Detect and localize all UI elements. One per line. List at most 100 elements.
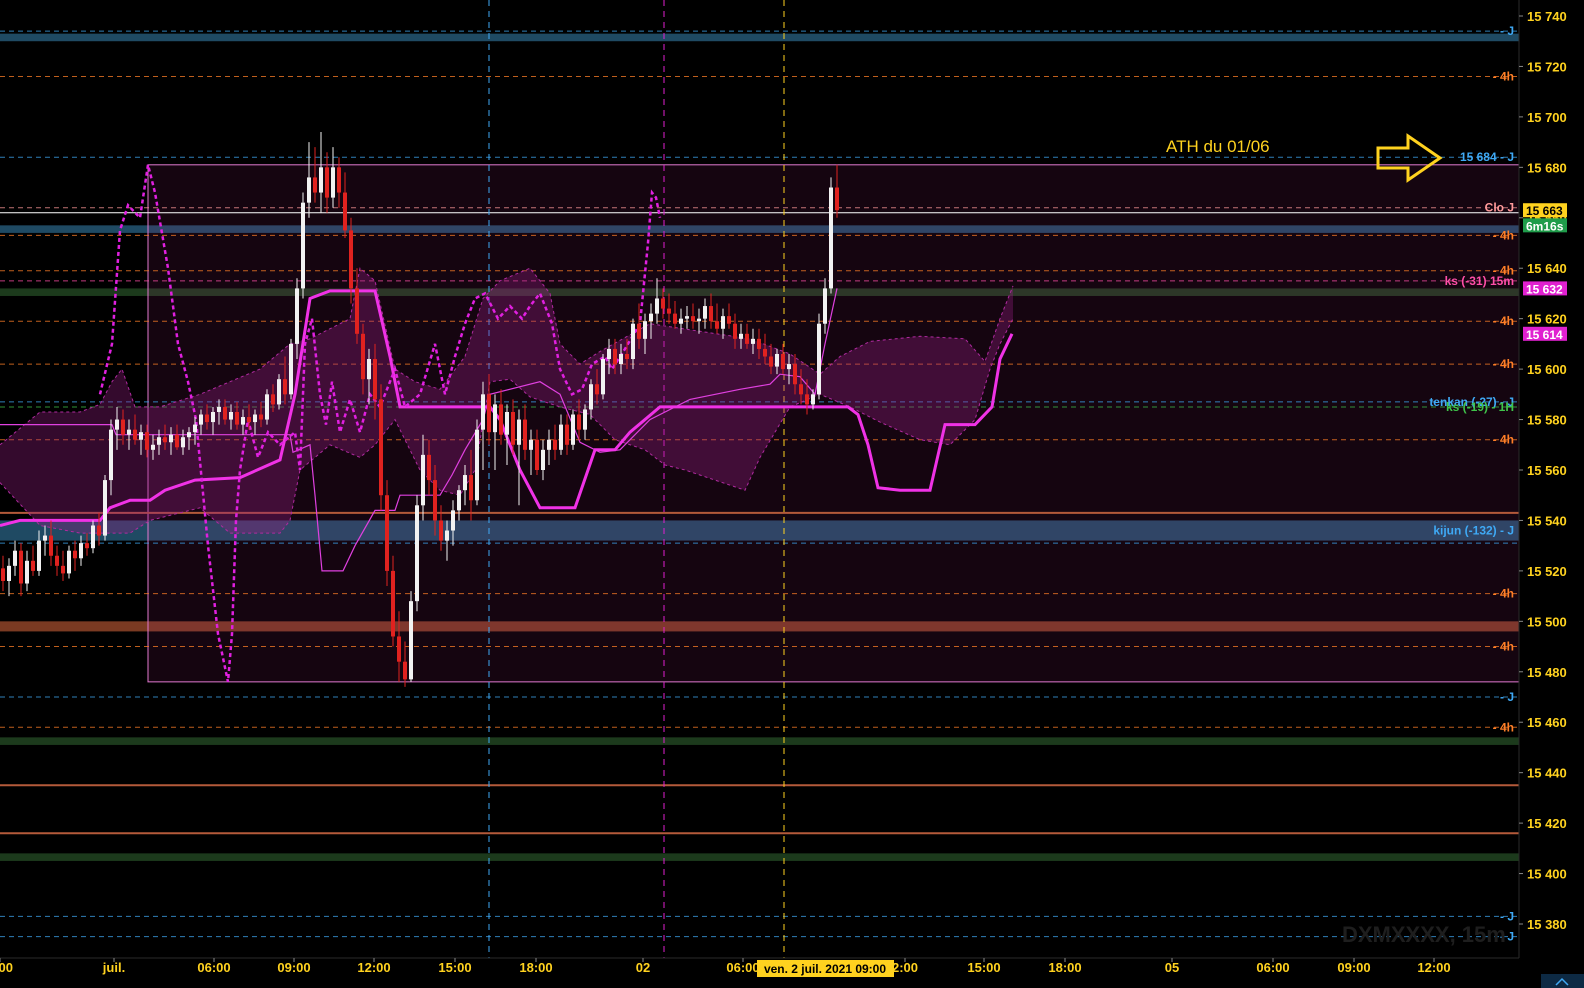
- candle-body[interactable]: [445, 530, 449, 541]
- candle-body[interactable]: [643, 321, 647, 339]
- candle-body[interactable]: [115, 419, 119, 430]
- candle-body[interactable]: [79, 543, 83, 559]
- candle-body[interactable]: [517, 419, 521, 445]
- candle-body[interactable]: [367, 359, 371, 380]
- candle-body[interactable]: [745, 333, 749, 344]
- candle-body[interactable]: [355, 288, 359, 334]
- candle-body[interactable]: [775, 353, 779, 367]
- candle-body[interactable]: [637, 323, 641, 339]
- candle-body[interactable]: [613, 348, 617, 365]
- candle-body[interactable]: [607, 348, 611, 360]
- candle-body[interactable]: [631, 323, 635, 360]
- candle-body[interactable]: [721, 316, 725, 329]
- candle-body[interactable]: [271, 394, 275, 405]
- candle-body[interactable]: [739, 333, 743, 339]
- candle-body[interactable]: [55, 555, 59, 566]
- candle-body[interactable]: [829, 187, 833, 289]
- candle-body[interactable]: [709, 306, 713, 322]
- candle-body[interactable]: [379, 399, 383, 496]
- candle-body[interactable]: [175, 434, 179, 448]
- candle-body[interactable]: [733, 323, 737, 339]
- candle-body[interactable]: [169, 434, 173, 443]
- candle-body[interactable]: [361, 333, 365, 380]
- candle-body[interactable]: [133, 429, 137, 440]
- candle-body[interactable]: [799, 384, 803, 395]
- candle-body[interactable]: [235, 411, 239, 425]
- candle-body[interactable]: [793, 364, 797, 385]
- candle-body[interactable]: [823, 288, 827, 324]
- scroll-corner-button[interactable]: [1541, 974, 1584, 988]
- candle-body[interactable]: [145, 432, 149, 450]
- candle-body[interactable]: [757, 338, 761, 349]
- candle-body[interactable]: [403, 661, 407, 680]
- candle-body[interactable]: [313, 177, 317, 193]
- candle-body[interactable]: [601, 359, 605, 395]
- candle-body[interactable]: [187, 432, 191, 438]
- candle-body[interactable]: [211, 411, 215, 423]
- candle-body[interactable]: [481, 394, 485, 430]
- candle-body[interactable]: [409, 601, 413, 680]
- candle-body[interactable]: [97, 525, 101, 536]
- candle-body[interactable]: [433, 480, 437, 521]
- candle-body[interactable]: [325, 167, 329, 198]
- candle-body[interactable]: [229, 411, 233, 420]
- candle-body[interactable]: [319, 167, 323, 193]
- candle-body[interactable]: [385, 495, 389, 571]
- candle-body[interactable]: [667, 308, 671, 314]
- candle-body[interactable]: [835, 187, 839, 211]
- candle-body[interactable]: [67, 550, 71, 574]
- candle-body[interactable]: [415, 505, 419, 602]
- candle-body[interactable]: [241, 417, 245, 425]
- candle-body[interactable]: [49, 535, 53, 556]
- candle-body[interactable]: [547, 439, 551, 450]
- candle-body[interactable]: [769, 356, 773, 367]
- candle-body[interactable]: [25, 560, 29, 584]
- candle-body[interactable]: [715, 321, 719, 329]
- candle-body[interactable]: [463, 475, 467, 491]
- candle-body[interactable]: [685, 316, 689, 319]
- candle-body[interactable]: [121, 419, 125, 435]
- candle-body[interactable]: [349, 230, 353, 289]
- candle-body[interactable]: [673, 313, 677, 324]
- candle-body[interactable]: [505, 411, 509, 435]
- candle-body[interactable]: [109, 429, 113, 481]
- candle-body[interactable]: [181, 437, 185, 448]
- candle-body[interactable]: [577, 414, 581, 430]
- candle-body[interactable]: [139, 432, 143, 440]
- candle-body[interactable]: [103, 480, 107, 536]
- candle-body[interactable]: [727, 316, 731, 324]
- candle-body[interactable]: [295, 288, 299, 344]
- candle-body[interactable]: [223, 406, 227, 420]
- candle-body[interactable]: [439, 520, 443, 541]
- candle-body[interactable]: [205, 414, 209, 423]
- candle-body[interactable]: [703, 306, 707, 319]
- candle-body[interactable]: [553, 439, 557, 450]
- candle-body[interactable]: [805, 394, 809, 405]
- candle-body[interactable]: [253, 414, 257, 423]
- candle-body[interactable]: [61, 565, 65, 574]
- candle-body[interactable]: [763, 348, 767, 357]
- candle-body[interactable]: [817, 323, 821, 395]
- candle-body[interactable]: [301, 202, 305, 289]
- candle-body[interactable]: [535, 439, 539, 470]
- candle-body[interactable]: [343, 192, 347, 231]
- candle-body[interactable]: [421, 454, 425, 506]
- candle-body[interactable]: [697, 318, 701, 322]
- candle-body[interactable]: [247, 417, 251, 423]
- candle-body[interactable]: [307, 177, 311, 203]
- candle-body[interactable]: [43, 535, 47, 541]
- candle-body[interactable]: [157, 437, 161, 445]
- candle-body[interactable]: [571, 414, 575, 445]
- candle-body[interactable]: [529, 439, 533, 450]
- candle-body[interactable]: [523, 419, 527, 450]
- candle-body[interactable]: [679, 318, 683, 324]
- candle-body[interactable]: [217, 406, 221, 412]
- ichimoku-candlestick-chart[interactable]: - J - 4h 15 684 - J Clo J - 4h - 4h ks (-31) 1…: [0, 0, 1584, 988]
- candle-body[interactable]: [469, 475, 473, 501]
- candle-body[interactable]: [259, 414, 263, 420]
- candle-body[interactable]: [331, 167, 335, 198]
- candle-body[interactable]: [511, 411, 515, 445]
- candle-body[interactable]: [265, 394, 269, 420]
- candle-body[interactable]: [559, 424, 563, 450]
- candle-body[interactable]: [583, 409, 587, 430]
